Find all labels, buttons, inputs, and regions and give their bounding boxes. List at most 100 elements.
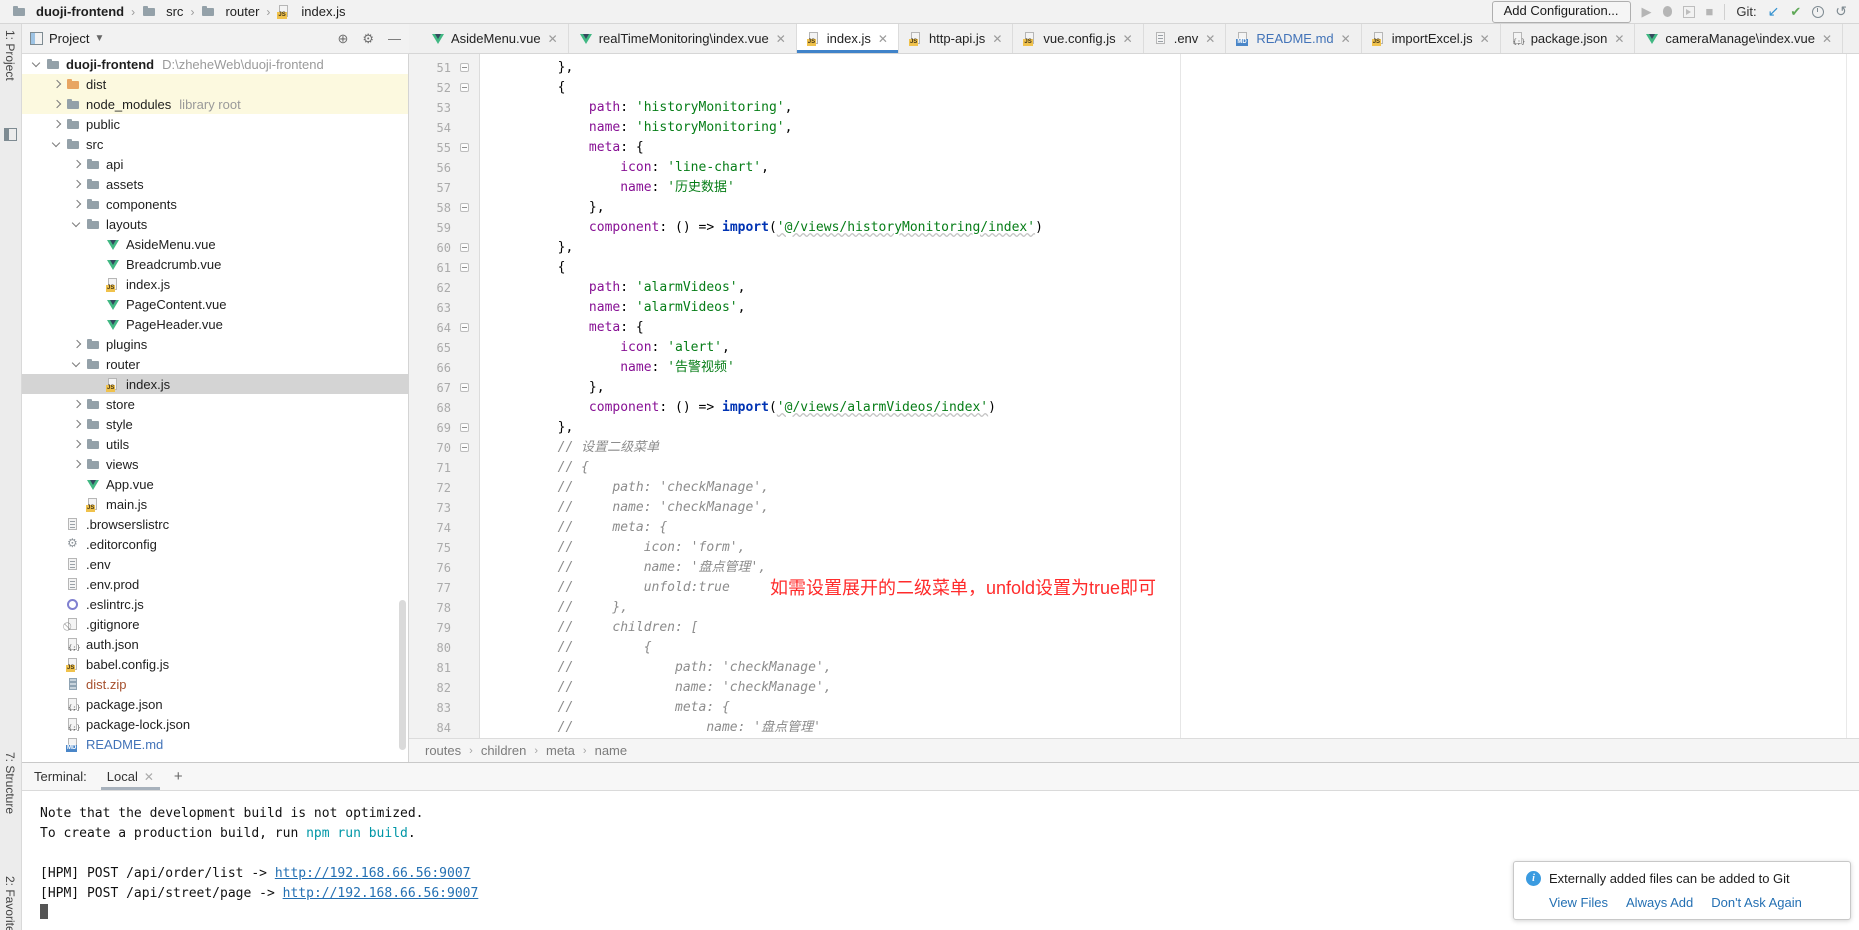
close-icon[interactable]: ✕ xyxy=(878,32,888,46)
fold-marker-icon[interactable] xyxy=(460,423,469,432)
close-icon[interactable]: ✕ xyxy=(1480,32,1490,46)
tree-item-.editorconfig[interactable]: .editorconfig xyxy=(22,534,408,554)
hide-panel-icon[interactable]: — xyxy=(388,31,401,46)
close-icon[interactable]: ✕ xyxy=(144,770,154,784)
git-rollback-icon[interactable]: ↺ xyxy=(1835,3,1847,20)
tree-item-babel.config.js[interactable]: babel.config.js xyxy=(22,654,408,674)
tree-item-api[interactable]: api xyxy=(22,154,408,174)
chevron-right-icon[interactable] xyxy=(70,437,84,451)
tab-.env[interactable]: .env✕ xyxy=(1144,24,1227,53)
tree-item-dist[interactable]: dist xyxy=(22,74,408,94)
tree-item-src[interactable]: src xyxy=(22,134,408,154)
tree-item-node_modules[interactable]: node_moduleslibrary root xyxy=(22,94,408,114)
fold-marker-icon[interactable] xyxy=(460,203,469,212)
chevron-down-icon[interactable]: ▼ xyxy=(94,33,104,44)
close-icon[interactable]: ✕ xyxy=(548,32,558,46)
chevron-right-icon[interactable] xyxy=(70,397,84,411)
close-icon[interactable]: ✕ xyxy=(1123,32,1133,46)
fold-marker-icon[interactable] xyxy=(460,143,469,152)
tree-item-.env.prod[interactable]: .env.prod xyxy=(22,574,408,594)
fold-marker-icon[interactable] xyxy=(460,263,469,272)
tool-stripe-structure-button[interactable]: 7: Structure xyxy=(3,752,17,814)
tree-item-dist.zip[interactable]: dist.zip xyxy=(22,674,408,694)
tool-stripe-project-button[interactable]: 1: Project xyxy=(3,30,17,81)
tree-item-router[interactable]: router xyxy=(22,354,408,374)
breadcrumb-item-src[interactable]: src xyxy=(142,4,183,19)
close-icon[interactable]: ✕ xyxy=(1341,32,1351,46)
tree-item-README.md[interactable]: README.md xyxy=(22,734,408,754)
chevron-down-icon[interactable] xyxy=(50,137,64,151)
chevron-right-icon[interactable] xyxy=(70,417,84,431)
tab-AsideMenu.vue[interactable]: AsideMenu.vue✕ xyxy=(421,24,569,53)
close-icon[interactable]: ✕ xyxy=(776,32,786,46)
tree-item-store[interactable]: store xyxy=(22,394,408,414)
stop-icon[interactable]: ■ xyxy=(1706,5,1714,19)
run-with-coverage-icon[interactable] xyxy=(1683,6,1695,18)
terminal-link[interactable]: http://192.168.66.56:9007 xyxy=(275,866,471,881)
editor-breadcrumb-routes[interactable]: routes xyxy=(425,743,461,758)
tree-item-index.js[interactable]: index.js xyxy=(22,274,408,294)
tab-index.js[interactable]: index.js✕ xyxy=(797,24,899,53)
tree-item-package-lock.json[interactable]: package-lock.json xyxy=(22,714,408,734)
breadcrumb-item-duoji-frontend[interactable]: duoji-frontend xyxy=(12,4,124,19)
terminal-link[interactable]: http://192.168.66.56:9007 xyxy=(283,886,479,901)
fold-marker-icon[interactable] xyxy=(460,83,469,92)
tree-item-Breadcrumb.vue[interactable]: Breadcrumb.vue xyxy=(22,254,408,274)
chevron-right-icon[interactable] xyxy=(70,337,84,351)
tree-item-auth.json[interactable]: auth.json xyxy=(22,634,408,654)
notification-action-always-add[interactable]: Always Add xyxy=(1626,895,1693,910)
tab-cameraManage\index.vue[interactable]: cameraManage\index.vue✕ xyxy=(1635,24,1843,53)
chevron-right-icon[interactable] xyxy=(50,97,64,111)
tree-item-.env[interactable]: .env xyxy=(22,554,408,574)
breadcrumb-item-router[interactable]: router xyxy=(201,4,259,19)
notification-action-view-files[interactable]: View Files xyxy=(1549,895,1608,910)
tree-item-AsideMenu.vue[interactable]: AsideMenu.vue xyxy=(22,234,408,254)
debug-icon[interactable] xyxy=(1663,6,1672,17)
tab-package.json[interactable]: package.json✕ xyxy=(1501,24,1636,53)
tree-item-layouts[interactable]: layouts xyxy=(22,214,408,234)
run-icon[interactable]: ▶ xyxy=(1642,5,1652,19)
close-icon[interactable]: ✕ xyxy=(992,32,1002,46)
chevron-right-icon[interactable] xyxy=(50,77,64,91)
fold-marker-icon[interactable] xyxy=(460,383,469,392)
fold-marker-icon[interactable] xyxy=(460,443,469,452)
git-history-icon[interactable] xyxy=(1812,6,1824,18)
fold-marker-icon[interactable] xyxy=(460,63,469,72)
notification-action-don-t-ask-again[interactable]: Don't Ask Again xyxy=(1711,895,1802,910)
chevron-down-icon[interactable] xyxy=(70,217,84,231)
new-terminal-session-icon[interactable]: + xyxy=(174,768,183,785)
git-commit-icon[interactable]: ✔ xyxy=(1790,4,1801,20)
tab-http-api.js[interactable]: http-api.js✕ xyxy=(899,24,1013,53)
tree-item-.eslintrc.js[interactable]: .eslintrc.js xyxy=(22,594,408,614)
tool-stripe-favorites-button[interactable]: 2: Favorites xyxy=(3,876,17,930)
locate-file-icon[interactable]: ⊕ xyxy=(337,31,348,47)
fold-marker-icon[interactable] xyxy=(460,323,469,332)
tree-item-.gitignore[interactable]: .gitignore xyxy=(22,614,408,634)
tree-item-.browserslistrc[interactable]: .browserslistrc xyxy=(22,514,408,534)
tree-item-style[interactable]: style xyxy=(22,414,408,434)
gear-icon[interactable]: ⚙ xyxy=(362,31,374,47)
git-update-icon[interactable]: ↙ xyxy=(1768,3,1780,20)
tree-item-public[interactable]: public xyxy=(22,114,408,134)
chevron-right-icon[interactable] xyxy=(70,157,84,171)
chevron-down-icon[interactable] xyxy=(70,357,84,371)
tab-realTimeMonitoring\index.vue[interactable]: realTimeMonitoring\index.vue✕ xyxy=(569,24,797,53)
tree-item-views[interactable]: views xyxy=(22,454,408,474)
tree-item-main.js[interactable]: main.js xyxy=(22,494,408,514)
project-tree-scrollbar[interactable] xyxy=(399,600,406,750)
chevron-down-icon[interactable] xyxy=(30,57,44,71)
tab-importExcel.js[interactable]: importExcel.js✕ xyxy=(1362,24,1501,53)
close-icon[interactable]: ✕ xyxy=(1205,32,1215,46)
terminal-tab-local[interactable]: Local ✕ xyxy=(101,763,160,790)
tree-item-plugins[interactable]: plugins xyxy=(22,334,408,354)
tree-item-package.json[interactable]: package.json xyxy=(22,694,408,714)
tree-item-assets[interactable]: assets xyxy=(22,174,408,194)
project-tool-icon[interactable] xyxy=(4,128,17,141)
tree-item-duoji-frontend[interactable]: duoji-frontendD:\zheheWeb\duoji-frontend xyxy=(22,54,408,74)
close-icon[interactable]: ✕ xyxy=(1614,32,1624,46)
editor-breadcrumb-name[interactable]: name xyxy=(595,743,628,758)
breadcrumb-item-index.js[interactable]: index.js xyxy=(277,4,345,19)
tree-item-index.js[interactable]: index.js xyxy=(22,374,408,394)
tree-item-utils[interactable]: utils xyxy=(22,434,408,454)
add-configuration-button[interactable]: Add Configuration... xyxy=(1492,1,1631,23)
